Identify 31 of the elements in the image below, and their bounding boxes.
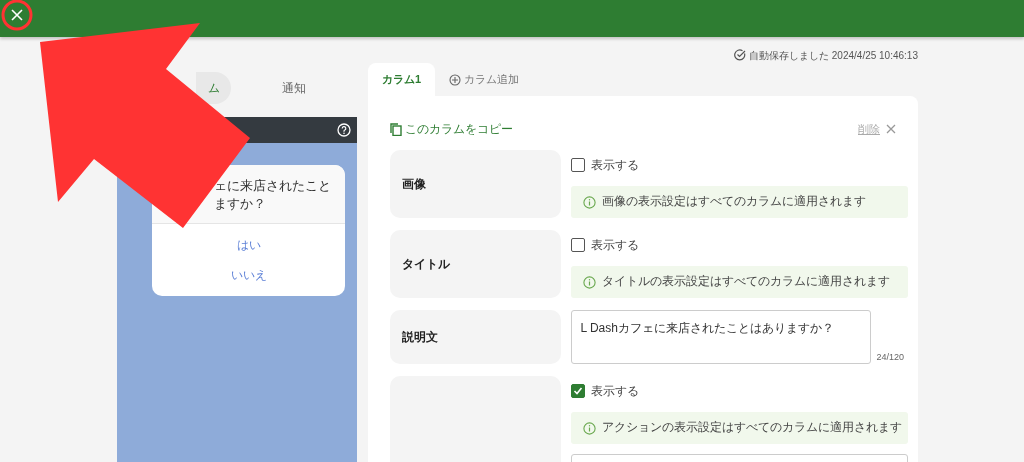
preview-tab[interactable]: ム <box>196 72 231 104</box>
plus-circle-icon <box>449 73 462 86</box>
info-icon <box>583 275 597 289</box>
copy-icon <box>390 122 402 136</box>
info-icon <box>583 421 597 435</box>
copy-column-link[interactable]: このカラムをコピー <box>390 120 513 138</box>
preview-tab[interactable]: 通知 <box>258 72 329 104</box>
show-checkbox[interactable]: 表示する <box>571 236 908 254</box>
description-field[interactable]: L Dashカフェに来店されたことはありますか？ <box>571 310 872 364</box>
help-icon[interactable] <box>337 123 351 137</box>
show-checkbox[interactable]: 表示する <box>571 382 908 400</box>
info-icon <box>583 195 597 209</box>
info-note: 画像の表示設定はすべてのカラムに適用されます <box>571 186 908 218</box>
info-note: タイトルの表示設定はすべてのカラムに適用されます <box>571 266 908 298</box>
message-text: ますか？ <box>214 195 267 213</box>
autosave-status: 自動保存しました 2024/4/25 10:46:13 <box>749 48 918 63</box>
add-column-tab[interactable]: カラム追加 <box>435 63 534 96</box>
field-label: タイトル <box>390 230 562 298</box>
field-label: 画像 <box>390 150 562 218</box>
check-icon <box>573 386 584 396</box>
character-counter: 24/120 <box>876 350 904 364</box>
message-text: ェに来店されたこと <box>214 177 332 195</box>
action-link[interactable]: いいえ <box>230 260 267 290</box>
check-circle-icon <box>734 49 746 61</box>
action-link[interactable]: はい <box>236 230 261 260</box>
close-icon <box>886 124 896 134</box>
column-tab[interactable]: カラム1 <box>368 63 436 96</box>
close-icon[interactable] <box>10 8 24 22</box>
show-checkbox[interactable]: 表示する <box>571 156 908 174</box>
field-label: 説明文 <box>390 310 562 364</box>
info-note: アクションの表示設定はすべてのカラムに適用されます <box>571 412 908 444</box>
